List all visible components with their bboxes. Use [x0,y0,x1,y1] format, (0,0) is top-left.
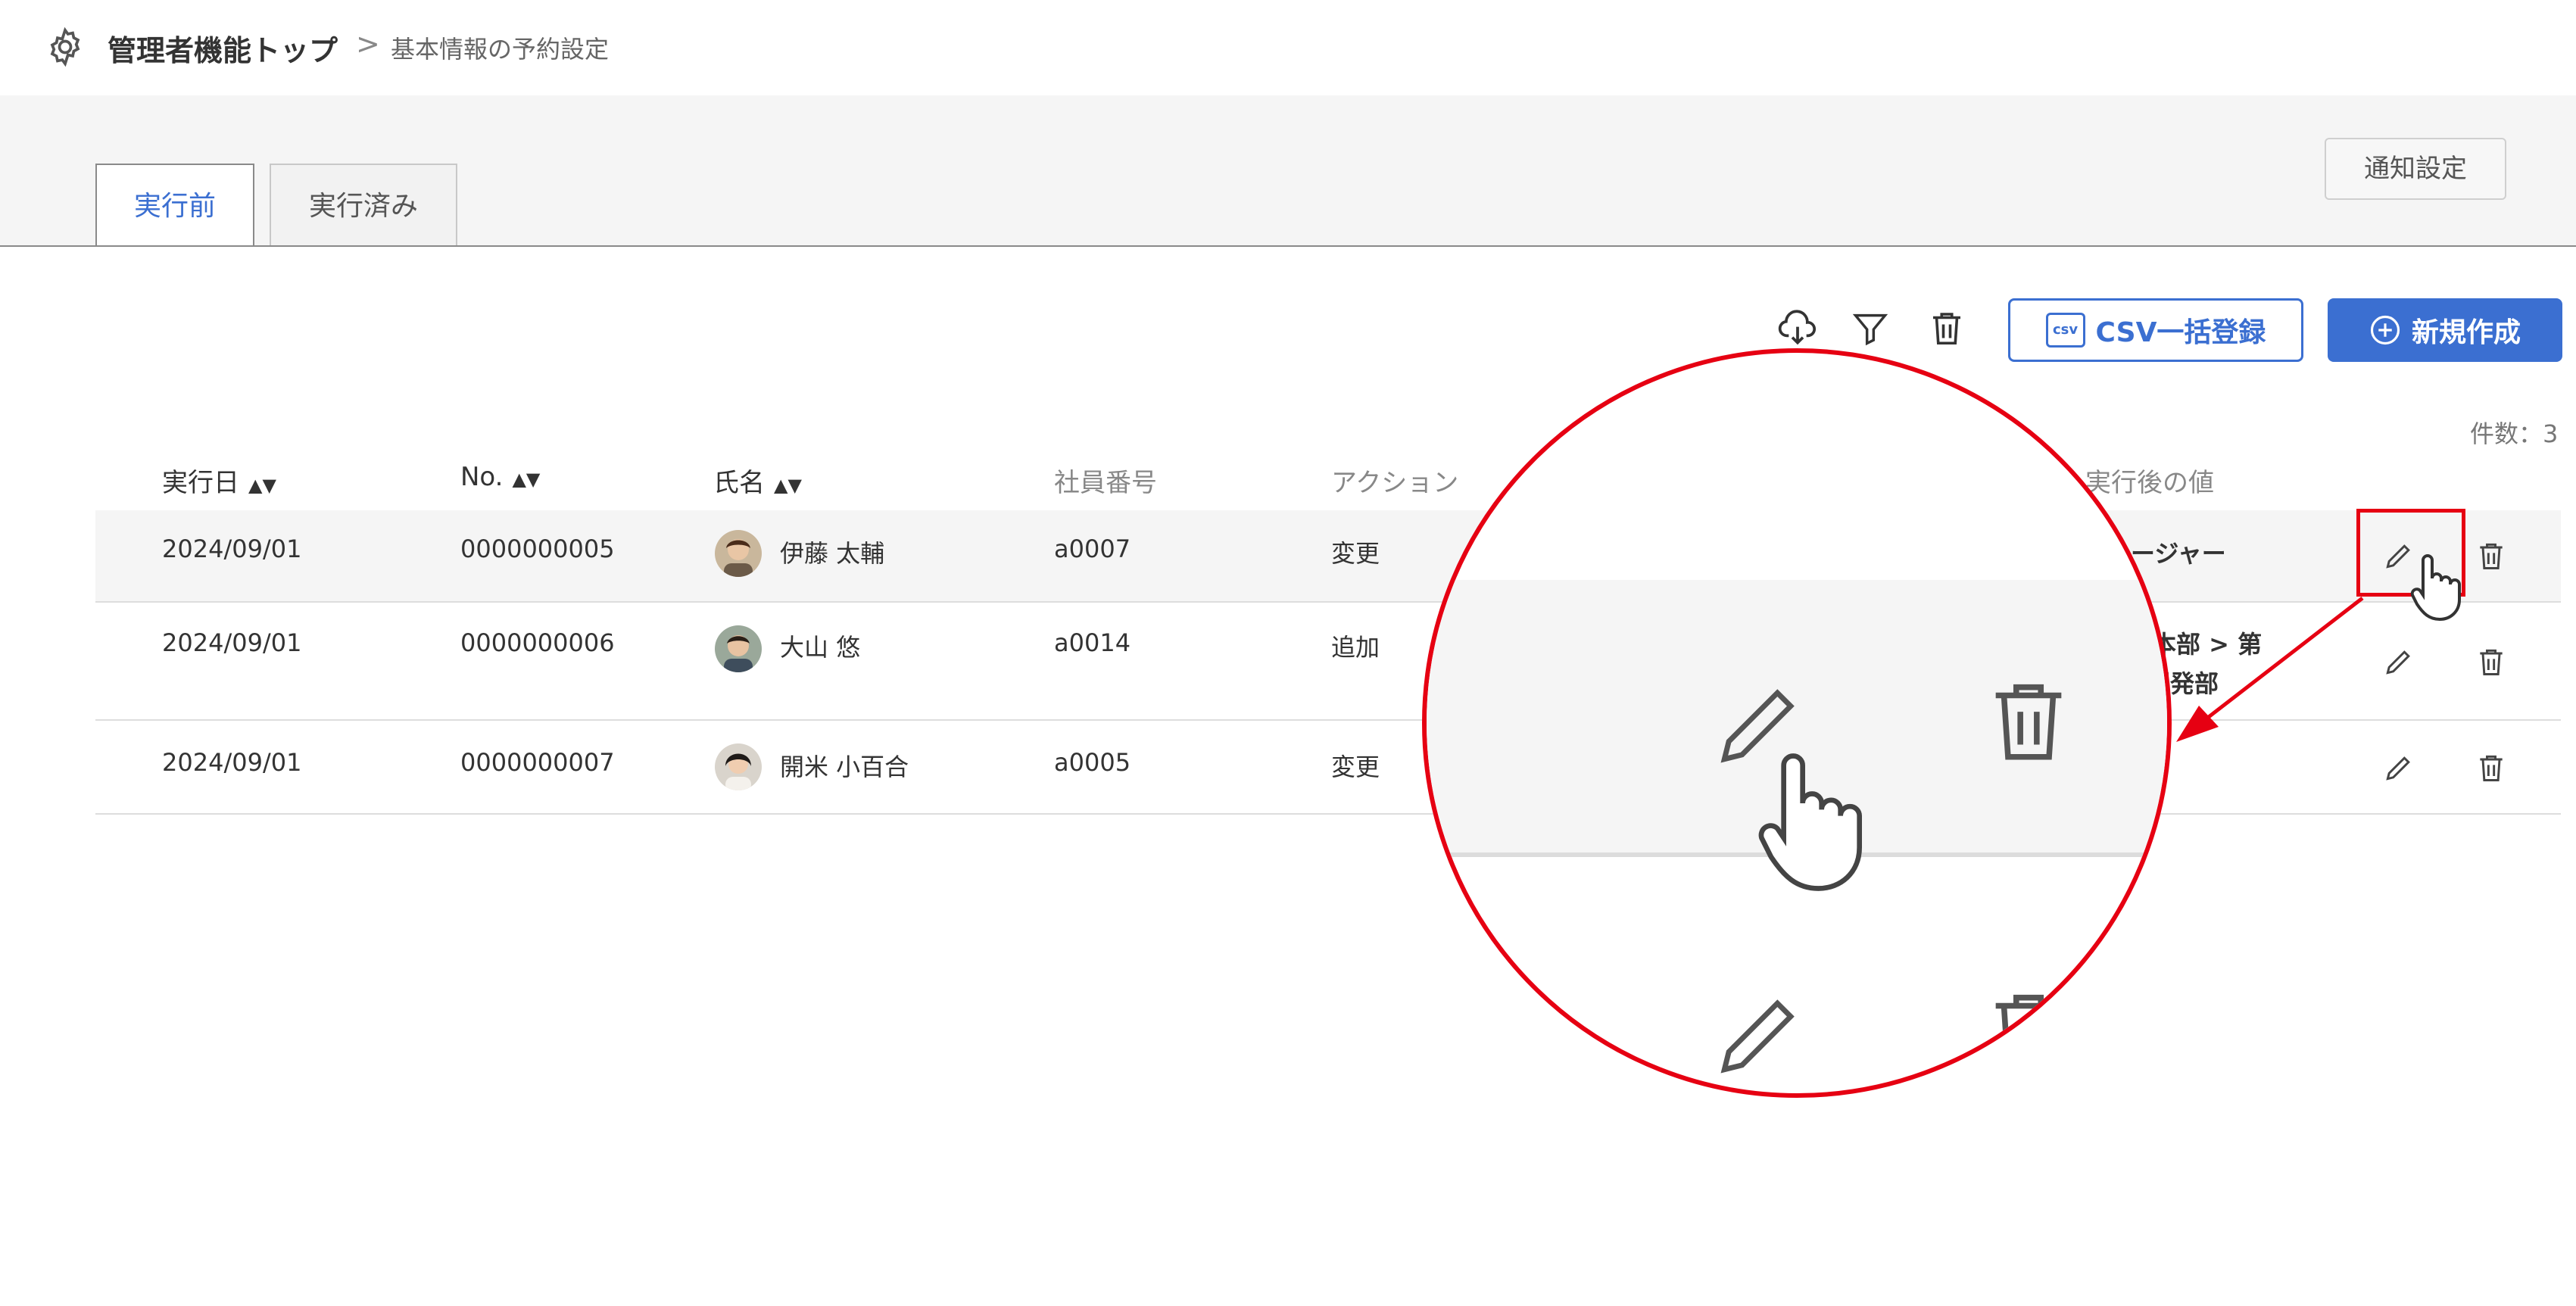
sort-icon[interactable]: ▲▼ [774,475,802,496]
cell-employee-number: a0014 [1054,628,1131,657]
cell-name: 開米 小百合 [780,753,909,781]
tab-executed[interactable]: 実行済み [270,164,457,247]
magnified-edit-pencil-icon-row2 [1707,981,1813,1087]
edit-pencil-icon[interactable] [2382,751,2415,784]
cell-action: 変更 [1331,753,1380,781]
header-name[interactable]: 氏名 ▲▼ [713,462,802,499]
cell-employee-number: a0005 [1054,748,1131,777]
cell-employee-number: a0007 [1054,535,1131,563]
header-date[interactable]: 実行日 ▲▼ [162,462,276,499]
tab-divider [0,245,2576,247]
row-divider [95,813,2561,815]
breadcrumb-root[interactable]: 管理者機能トップ [108,27,338,69]
sort-icon[interactable]: ▲▼ [248,475,276,496]
delete-trash-icon[interactable] [2475,645,2508,678]
avatar [715,743,762,790]
bulk-delete-trash-icon[interactable] [1926,307,1967,348]
header-after-value: 実行後の値 [2085,468,2214,498]
hand-cursor-icon [2405,551,2465,624]
tab-before-execution[interactable]: 実行前 [95,164,254,247]
csv-file-icon: csv [2045,313,2085,348]
sort-icon[interactable]: ▲▼ [512,469,540,490]
csv-bulk-register-button[interactable]: csv CSV一括登録 [2008,298,2303,362]
create-new-button[interactable]: 新規作成 [2328,298,2562,362]
cell-name: 伊藤 太輔 [780,539,885,568]
top-header [0,0,2576,95]
edit-pencil-icon[interactable] [2382,645,2415,678]
avatar [715,625,762,672]
notification-settings-button[interactable]: 通知設定 [2325,138,2506,200]
create-new-label: 新規作成 [2411,317,2521,348]
cell-date: 2024/09/01 [162,628,302,657]
settings-gear-icon[interactable] [44,26,86,68]
cell-no: 0000000005 [460,535,615,563]
header-no[interactable]: No. ▲▼ [460,462,540,492]
download-cloud-icon[interactable] [1776,307,1819,350]
plus-circle-icon [2369,314,2401,346]
header-action: アクション [1331,468,1459,498]
delete-trash-icon[interactable] [2475,539,2508,572]
filter-icon[interactable] [1851,309,1890,348]
breadcrumb-separator: > [356,27,380,61]
magnified-trash-icon [1979,671,2078,769]
header-employee-number: 社員番号 [1054,468,1157,498]
delete-trash-icon[interactable] [2475,751,2508,784]
cell-no: 0000000006 [460,628,615,657]
csv-button-label: CSV一括登録 [2095,317,2266,348]
magnified-trash-icon-row2 [1979,981,2078,1080]
record-count: 件数：3 [2470,419,2559,448]
avatar [715,530,762,577]
cell-action: 変更 [1331,539,1380,568]
cell-date: 2024/09/01 [162,535,302,563]
header-date-label: 実行日 [162,468,239,498]
magnified-hand-cursor-icon [1745,747,1873,898]
magnifier-callout [1422,348,2172,1098]
header-no-label: No. [460,462,504,492]
breadcrumb-current: 基本情報の予約設定 [391,35,610,64]
cell-date: 2024/09/01 [162,748,302,777]
header-name-label: 氏名 [713,468,765,498]
cell-name: 大山 悠 [780,633,861,662]
cell-no: 0000000007 [460,748,615,777]
callout-arrow [2176,597,2364,742]
cell-action: 追加 [1331,633,1380,662]
